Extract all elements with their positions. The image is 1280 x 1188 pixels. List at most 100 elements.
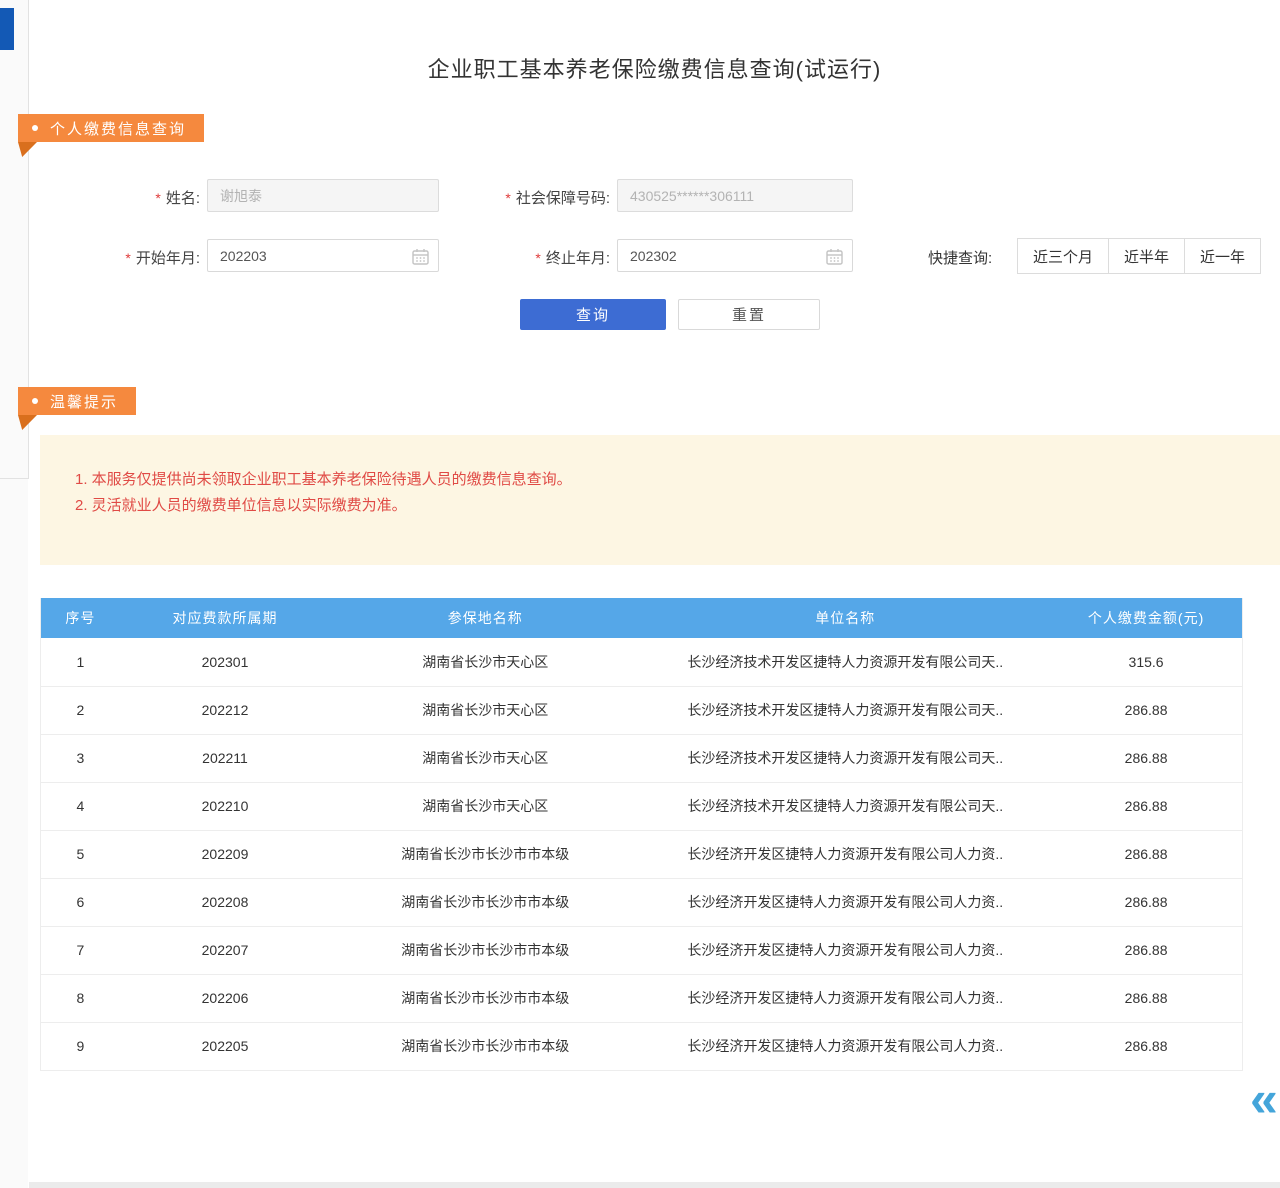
table-cell: 202209 [120, 830, 330, 878]
table-cell: 286.88 [1050, 734, 1242, 782]
end-month-label: * 终止年月: [470, 247, 610, 268]
required-asterisk: * [535, 250, 540, 266]
table-cell: 202208 [120, 878, 330, 926]
quick-last-year-button[interactable]: 近一年 [1184, 238, 1261, 274]
table-cell: 202211 [120, 734, 330, 782]
table-body: 1202301湖南省长沙市天心区长沙经济技术开发区捷特人力资源开发有限公司天..… [41, 638, 1243, 1070]
table-cell: 286.88 [1050, 1022, 1242, 1070]
table-cell: 202212 [120, 686, 330, 734]
quick-last-3-months-button[interactable]: 近三个月 [1017, 238, 1109, 274]
required-asterisk: * [125, 250, 130, 266]
end-month-field[interactable] [617, 239, 853, 272]
start-month-label: *开始年月: [80, 247, 200, 268]
table-row: 1202301湖南省长沙市天心区长沙经济技术开发区捷特人力资源开发有限公司天..… [41, 638, 1243, 686]
payment-table: 序号 对应费款所属期 参保地名称 单位名称 个人缴费金额(元) 1202301湖… [40, 598, 1243, 1071]
table-cell: 湖南省长沙市长沙市市本级 [330, 974, 640, 1022]
bullet-icon [32, 398, 38, 404]
table-cell: 长沙经济开发区捷特人力资源开发有限公司人力资.. [640, 974, 1050, 1022]
table-row: 6202208湖南省长沙市长沙市市本级长沙经济开发区捷特人力资源开发有限公司人力… [41, 878, 1243, 926]
name-input[interactable] [207, 179, 439, 212]
table-row: 3202211湖南省长沙市天心区长沙经济技术开发区捷特人力资源开发有限公司天..… [41, 734, 1243, 782]
header-period: 对应费款所属期 [120, 598, 330, 638]
table-row: 9202205湖南省长沙市长沙市市本级长沙经济开发区捷特人力资源开发有限公司人力… [41, 1022, 1243, 1070]
quick-query-label: 快捷查询: [928, 247, 1012, 268]
table-header: 序号 对应费款所属期 参保地名称 单位名称 个人缴费金额(元) [41, 598, 1243, 638]
section-badge-query-label: 个人缴费信息查询 [50, 118, 186, 139]
table-cell: 湖南省长沙市长沙市市本级 [330, 926, 640, 974]
table-cell: 湖南省长沙市天心区 [330, 734, 640, 782]
start-month-input[interactable] [208, 240, 438, 271]
sidebar-tab[interactable] [0, 8, 14, 50]
table-cell: 202205 [120, 1022, 330, 1070]
table-row: 2202212湖南省长沙市天心区长沙经济技术开发区捷特人力资源开发有限公司天..… [41, 686, 1243, 734]
table-cell: 2 [41, 686, 120, 734]
tip-line-1: 1. 本服务仅提供尚未领取企业职工基本养老保险待遇人员的缴费信息查询。 [75, 467, 1280, 493]
double-chevron-left-icon[interactable]: « [1250, 1074, 1278, 1124]
table-cell: 202301 [120, 638, 330, 686]
calendar-icon[interactable] [412, 248, 429, 265]
table-cell: 4 [41, 782, 120, 830]
table-cell: 长沙经济开发区捷特人力资源开发有限公司人力资.. [640, 830, 1050, 878]
table-cell: 湖南省长沙市长沙市市本级 [330, 1022, 640, 1070]
table-cell: 202210 [120, 782, 330, 830]
end-month-label-text: 终止年月: [546, 250, 610, 267]
table-cell: 202206 [120, 974, 330, 1022]
bottom-divider [29, 1182, 1280, 1188]
table-row: 7202207湖南省长沙市长沙市市本级长沙经济开发区捷特人力资源开发有限公司人力… [41, 926, 1243, 974]
reset-button[interactable]: 重置 [678, 299, 820, 330]
start-month-field[interactable] [207, 239, 439, 272]
left-panel-bottom-divider [0, 478, 29, 479]
section-badge-tips: 温馨提示 [18, 387, 136, 415]
header-insured-place: 参保地名称 [330, 598, 640, 638]
header-amount: 个人缴费金额(元) [1050, 598, 1242, 638]
tip-line-2: 2. 灵活就业人员的缴费单位信息以实际缴费为准。 [75, 493, 1280, 519]
table-cell: 长沙经济技术开发区捷特人力资源开发有限公司天.. [640, 734, 1050, 782]
table-cell: 1 [41, 638, 120, 686]
page: 企业职工基本养老保险缴费信息查询(试运行) 个人缴费信息查询 * 姓名: * 社会保… [0, 0, 1280, 1188]
table-cell: 286.88 [1050, 830, 1242, 878]
table-cell: 长沙经济技术开发区捷特人力资源开发有限公司天.. [640, 638, 1050, 686]
table-cell: 湖南省长沙市长沙市市本级 [330, 878, 640, 926]
table-cell: 286.88 [1050, 974, 1242, 1022]
table-cell: 7 [41, 926, 120, 974]
table-cell: 湖南省长沙市长沙市市本级 [330, 830, 640, 878]
table-cell: 286.88 [1050, 686, 1242, 734]
table-row: 4202210湖南省长沙市天心区长沙经济技术开发区捷特人力资源开发有限公司天..… [41, 782, 1243, 830]
quick-query-group: 近三个月 近半年 近一年 [1017, 238, 1261, 274]
section-badge-tips-label: 温馨提示 [50, 391, 118, 412]
required-asterisk: * [505, 190, 510, 206]
quick-last-half-year-button[interactable]: 近半年 [1108, 238, 1185, 274]
table-cell: 长沙经济开发区捷特人力资源开发有限公司人力资.. [640, 1022, 1050, 1070]
page-title: 企业职工基本养老保险缴费信息查询(试运行) [29, 52, 1280, 84]
bullet-icon [32, 125, 38, 131]
ssn-label: * 社会保障号码: [440, 187, 610, 208]
table-cell: 湖南省长沙市天心区 [330, 638, 640, 686]
table-cell: 湖南省长沙市天心区 [330, 782, 640, 830]
header-employer: 单位名称 [640, 598, 1050, 638]
left-rail [0, 0, 28, 1188]
query-button[interactable]: 查询 [520, 299, 666, 330]
table-cell: 315.6 [1050, 638, 1242, 686]
table-cell: 9 [41, 1022, 120, 1070]
table-cell: 202207 [120, 926, 330, 974]
table-cell: 长沙经济开发区捷特人力资源开发有限公司人力资.. [640, 878, 1050, 926]
table-cell: 6 [41, 878, 120, 926]
table-cell: 286.88 [1050, 926, 1242, 974]
table-cell: 8 [41, 974, 120, 1022]
table-cell: 湖南省长沙市天心区 [330, 686, 640, 734]
end-month-input[interactable] [618, 240, 852, 271]
ssn-label-text: 社会保障号码: [516, 190, 610, 207]
section-badge-query: 个人缴费信息查询 [18, 114, 204, 142]
table-cell: 长沙经济开发区捷特人力资源开发有限公司人力资.. [640, 926, 1050, 974]
calendar-icon[interactable] [826, 248, 843, 265]
name-label: * 姓名: [80, 187, 200, 208]
required-asterisk: * [155, 190, 160, 206]
table-cell: 长沙经济技术开发区捷特人力资源开发有限公司天.. [640, 686, 1050, 734]
name-label-text: 姓名: [166, 190, 200, 207]
ssn-input[interactable] [617, 179, 853, 212]
table-cell: 5 [41, 830, 120, 878]
table-cell: 286.88 [1050, 878, 1242, 926]
table-cell: 3 [41, 734, 120, 782]
table-row: 8202206湖南省长沙市长沙市市本级长沙经济开发区捷特人力资源开发有限公司人力… [41, 974, 1243, 1022]
tips-panel: 1. 本服务仅提供尚未领取企业职工基本养老保险待遇人员的缴费信息查询。 2. 灵… [40, 435, 1280, 565]
